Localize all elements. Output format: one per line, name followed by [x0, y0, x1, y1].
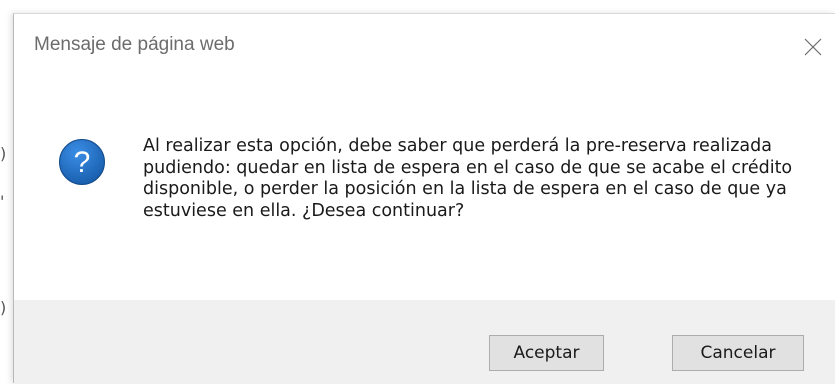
dialog-content: ? Al realizar esta opción, debe saber qu…	[14, 78, 835, 300]
dialog-footer: Aceptar Cancelar	[14, 300, 835, 384]
svg-text:?: ?	[74, 146, 91, 179]
background-page-fragment: '	[0, 194, 5, 210]
background-page-fragment: )	[0, 300, 7, 316]
dialog-title: Mensaje de página web	[34, 34, 235, 55]
close-icon	[804, 38, 822, 56]
question-icon: ?	[59, 139, 105, 185]
close-button[interactable]	[791, 28, 835, 66]
cancel-button[interactable]: Cancelar	[672, 335, 804, 371]
message-dialog: Mensaje de página web ? Al realizar esta…	[13, 13, 835, 384]
background-page-fragment: )	[0, 146, 7, 162]
dialog-message: Al realizar esta opción, debe saber que …	[143, 136, 793, 221]
accept-button[interactable]: Aceptar	[489, 335, 604, 371]
dialog-titlebar: Mensaje de página web	[14, 14, 835, 78]
